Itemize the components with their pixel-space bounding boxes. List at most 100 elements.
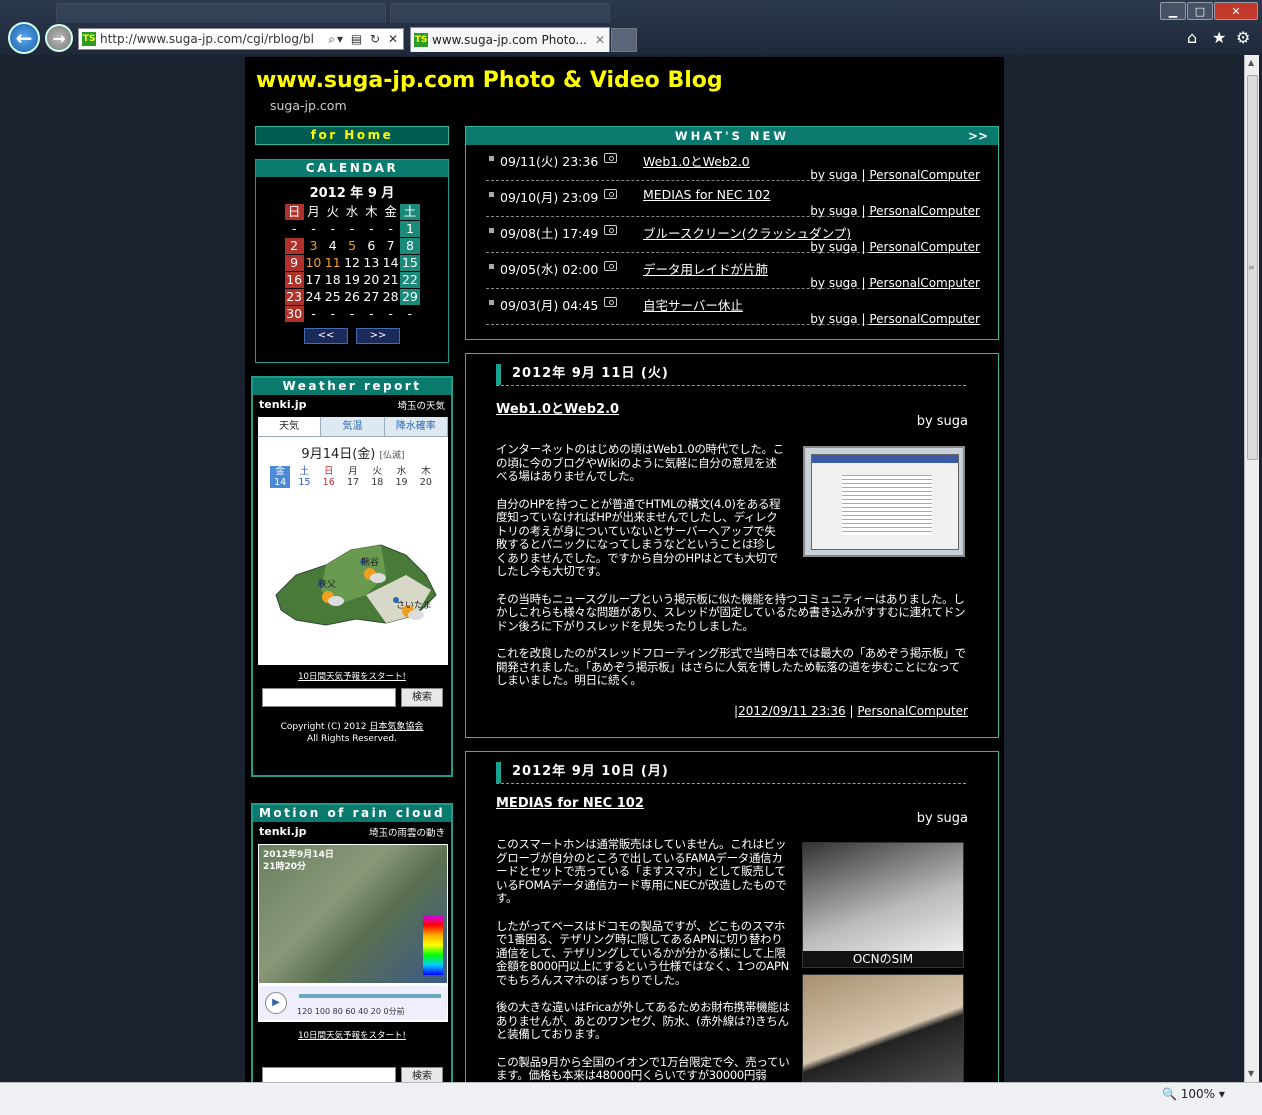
site-title[interactable]: www.suga-jp.com Photo & Video Blog (256, 68, 723, 93)
rain-search-input[interactable] (262, 1067, 396, 1082)
calendar-day[interactable]: 13 (362, 255, 381, 271)
home-icon[interactable]: ⌂ (1187, 28, 1197, 47)
close-icon[interactable]: ✕ (591, 33, 609, 47)
address-bar[interactable]: TS http://www.suga-jp.com/cgi/rblog/bl ⌕… (78, 28, 404, 50)
weather-day[interactable]: 金 14 (270, 466, 291, 488)
calendar-day[interactable]: 17 (304, 272, 323, 288)
tenki-logo[interactable]: tenki.jp (259, 825, 306, 838)
post-photo[interactable]: OCNのSIM (802, 842, 964, 968)
item-title-link[interactable]: MEDIAS for NEC 102 (643, 187, 770, 202)
star-icon[interactable]: ★ (1212, 28, 1226, 47)
post-title[interactable]: Web1.0とWeb2.0 (496, 398, 619, 417)
weather-day[interactable]: 月 17 (343, 466, 363, 488)
post-category-link[interactable]: PersonalComputer (857, 704, 968, 718)
active-tab[interactable]: TS www.suga-jp.com Photo... ✕ (410, 27, 610, 52)
play-icon[interactable]: ▶ (265, 992, 287, 1014)
calendar-day[interactable]: 14 (381, 255, 400, 271)
calendar-day[interactable]: 21 (381, 272, 400, 288)
calendar-day[interactable]: 10 (304, 255, 323, 271)
background-tab[interactable] (56, 3, 386, 23)
calendar-day[interactable]: 20 (362, 272, 381, 288)
calendar-day[interactable]: 5 (342, 238, 361, 254)
post-photo[interactable] (802, 974, 964, 1082)
calendar-day[interactable]: 23 (284, 289, 304, 305)
post-permalink[interactable]: 2012/09/11 23:36 (738, 704, 846, 718)
item-title-link[interactable]: Web1.0とWeb2.0 (643, 151, 750, 170)
calendar-day[interactable]: 19 (342, 272, 361, 288)
weather-day[interactable]: 火 18 (367, 466, 387, 488)
weather-day[interactable]: 日 16 (319, 466, 339, 488)
zoom-control[interactable]: 🔍 100% ▾ (1162, 1087, 1225, 1101)
calendar-day[interactable]: 22 (400, 272, 420, 288)
calendar-day[interactable]: 24 (304, 289, 323, 305)
calendar-day[interactable]: 15 (400, 255, 420, 271)
search-icon[interactable]: ⌕ (328, 32, 337, 46)
weather-day[interactable]: 水 19 (392, 466, 412, 488)
item-category-link[interactable]: PersonalComputer (869, 312, 980, 326)
calendar-day[interactable]: 1 (400, 221, 420, 237)
item-title-link[interactable]: 自宅サーバー休止 (643, 295, 743, 314)
scroll-up-icon[interactable]: ▲ (1248, 58, 1254, 67)
calendar-day[interactable]: 28 (381, 289, 400, 305)
calendar-day[interactable]: 6 (362, 238, 381, 254)
calendar-next-button[interactable]: >> (356, 328, 400, 344)
jwa-link[interactable]: 日本気象協会 (369, 722, 423, 732)
background-tab[interactable] (390, 3, 610, 23)
calendar-day[interactable]: 18 (323, 272, 342, 288)
back-icon[interactable]: ← (8, 22, 40, 54)
calendar-day[interactable]: 11 (323, 255, 342, 271)
address-tools[interactable]: ⌕▾ ▤ ↻ ✕ (328, 32, 403, 47)
weather-search-button[interactable]: 検索 (401, 688, 443, 707)
calendar-day[interactable]: 3 (304, 238, 323, 254)
scroll-down-icon[interactable]: ▼ (1248, 1069, 1254, 1078)
item-category-link[interactable]: PersonalComputer (869, 204, 980, 218)
forward-icon[interactable]: → (45, 24, 73, 52)
tab-temperature[interactable]: 気温 (321, 417, 385, 436)
post-screenshot-thumbnail[interactable] (803, 446, 965, 557)
rain-radar-map[interactable]: 2012年9月14日 21時20分 (259, 845, 447, 983)
calendar-prev-button[interactable]: << (304, 328, 348, 344)
weather-day[interactable]: 木 20 (416, 466, 436, 488)
calendar-day[interactable]: 9 (284, 255, 304, 271)
weather-search-input[interactable] (262, 688, 396, 707)
home-link[interactable]: for Home (255, 126, 449, 145)
item-title-link[interactable]: データ用レイドが片肺 (643, 259, 768, 278)
address-url[interactable]: http://www.suga-jp.com/cgi/rblog/bl (100, 32, 328, 46)
window-close-icon[interactable]: ✕ (1214, 2, 1258, 20)
rain-timeline-slider[interactable] (299, 994, 441, 998)
rain-search-button[interactable]: 検索 (401, 1067, 443, 1082)
calendar-weekday: 月 (307, 204, 320, 219)
vertical-scrollbar[interactable]: ▲ ≡ ▼ (1244, 55, 1259, 1082)
calendar-day[interactable]: 25 (323, 289, 342, 305)
tenki-logo[interactable]: tenki.jp (259, 398, 306, 411)
calendar-day[interactable]: 4 (323, 238, 342, 254)
saitama-map[interactable] (266, 535, 438, 629)
maximize-icon[interactable]: □ (1187, 2, 1213, 20)
calendar-day[interactable]: 16 (284, 272, 304, 288)
calendar-day[interactable]: 12 (342, 255, 361, 271)
calendar-day[interactable]: 29 (400, 289, 420, 305)
weather-day[interactable]: 土 15 (294, 466, 314, 488)
item-category-link[interactable]: PersonalComputer (869, 168, 980, 182)
refresh-icon[interactable]: ↻ (370, 32, 382, 46)
forecast-link[interactable]: 10日間天気予報をスタート! (253, 1029, 451, 1041)
calendar-day[interactable]: 7 (381, 238, 400, 254)
calendar-day[interactable]: 8 (400, 238, 420, 254)
calendar-day[interactable]: 26 (342, 289, 361, 305)
item-category-link[interactable]: PersonalComputer (869, 276, 980, 290)
gear-icon[interactable]: ⚙ (1236, 28, 1250, 47)
compat-icon[interactable]: ▤ (351, 32, 364, 46)
tab-precipitation[interactable]: 降水確率 (384, 417, 448, 436)
calendar-day[interactable]: 27 (362, 289, 381, 305)
stop-icon[interactable]: ✕ (388, 32, 400, 46)
calendar-day[interactable]: 2 (284, 238, 304, 254)
forecast-link[interactable]: 10日間天気予報をスタート! (253, 670, 451, 682)
item-category-link[interactable]: PersonalComputer (869, 240, 980, 254)
minimize-icon[interactable]: ▁ (1160, 2, 1186, 20)
post-title[interactable]: MEDIAS for NEC 102 (496, 796, 644, 811)
new-tab-button[interactable] (611, 28, 637, 52)
sim-photo (803, 843, 963, 951)
whats-new-more-link[interactable]: >> (968, 127, 988, 145)
tab-weather[interactable]: 天気 (258, 417, 322, 436)
calendar-day[interactable]: 30 (284, 306, 304, 322)
